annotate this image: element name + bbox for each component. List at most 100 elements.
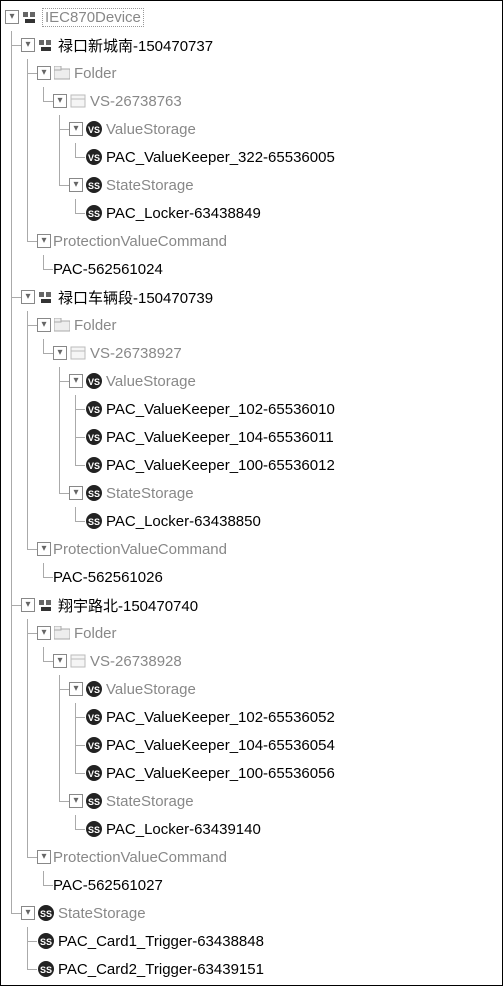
svg-text:VS: VS <box>88 125 100 135</box>
node-label[interactable]: PAC_ValueKeeper_102-65536010 <box>106 401 335 418</box>
toggle-collapse[interactable]: ▾ <box>37 850 51 864</box>
trigger-node[interactable]: SS PAC_Card1_Trigger-63438848 <box>5 927 498 955</box>
pvc-node[interactable]: ▾ProtectionValueCommand <box>5 535 498 563</box>
locker-node[interactable]: SSPAC_Locker-63439140 <box>5 815 498 843</box>
folder-node[interactable]: ▾ Folder <box>5 59 498 87</box>
node-label[interactable]: PAC-562561027 <box>53 877 163 894</box>
node-label[interactable]: 禄口新城南-150470737 <box>58 35 213 56</box>
toggle-collapse[interactable]: ▾ <box>5 10 19 24</box>
station-node[interactable]: ▾ 禄口车辆段-150470739 <box>5 283 498 311</box>
station-node[interactable]: ▾ 禄口新城南-150470737 <box>5 31 498 59</box>
toggle-collapse[interactable]: ▾ <box>69 794 83 808</box>
vs-node[interactable]: ▾ VS-26738763 <box>5 87 498 115</box>
state-storage-node[interactable]: ▾SSStateStorage <box>5 479 498 507</box>
folder-node[interactable]: ▾ Folder <box>5 619 498 647</box>
node-label[interactable]: 禄口车辆段-150470739 <box>58 287 213 308</box>
value-keeper-node[interactable]: VSPAC_ValueKeeper_322-65536005 <box>5 143 498 171</box>
vs-icon: VS <box>85 736 103 754</box>
svg-text:SS: SS <box>40 937 52 947</box>
value-storage-node[interactable]: ▾VSValueStorage <box>5 675 498 703</box>
node-label[interactable]: ValueStorage <box>106 373 196 390</box>
value-keeper-node[interactable]: VSPAC_ValueKeeper_102-65536010 <box>5 395 498 423</box>
toggle-collapse[interactable]: ▾ <box>69 374 83 388</box>
node-label[interactable]: StateStorage <box>106 793 194 810</box>
node-label[interactable]: PAC_ValueKeeper_102-65536052 <box>106 709 335 726</box>
node-label[interactable]: ValueStorage <box>106 681 196 698</box>
vs-node[interactable]: ▾ VS-26738927 <box>5 339 498 367</box>
value-keeper-node[interactable]: VSPAC_ValueKeeper_104-65536054 <box>5 731 498 759</box>
vs-icon: VS <box>85 708 103 726</box>
value-storage-node[interactable]: ▾ VS ValueStorage <box>5 115 498 143</box>
folder-icon <box>53 64 71 82</box>
node-label[interactable]: PAC_Locker-63438850 <box>106 513 261 530</box>
node-label[interactable]: Folder <box>74 625 117 642</box>
node-label[interactable]: PAC_Locker-63438849 <box>106 205 261 222</box>
toggle-collapse[interactable]: ▾ <box>21 906 35 920</box>
vs-node[interactable]: ▾ VS-26738928 <box>5 647 498 675</box>
node-label[interactable]: PAC_ValueKeeper_100-65536056 <box>106 765 335 782</box>
value-keeper-node[interactable]: VS PAC_ValueKeeper_100-65536012 <box>5 451 498 479</box>
pvc-node[interactable]: ▾ProtectionValueCommand <box>5 843 498 871</box>
value-keeper-node[interactable]: VS PAC_ValueKeeper_102-65536052 <box>5 703 498 731</box>
node-label[interactable]: StateStorage <box>58 905 146 922</box>
box-icon <box>69 652 87 670</box>
value-keeper-node[interactable]: VSPAC_ValueKeeper_104-65536011 <box>5 423 498 451</box>
svg-text:VS: VS <box>88 461 100 471</box>
folder-node[interactable]: ▾ Folder <box>5 311 498 339</box>
toggle-collapse[interactable]: ▾ <box>53 346 67 360</box>
root-state-storage[interactable]: ▾SSStateStorage <box>5 899 498 927</box>
value-storage-node[interactable]: ▾VSValueStorage <box>5 367 498 395</box>
toggle-collapse[interactable]: ▾ <box>21 38 35 52</box>
toggle-collapse[interactable]: ▾ <box>53 654 67 668</box>
locker-node[interactable]: SSPAC_Locker-63438849 <box>5 199 498 227</box>
node-label[interactable]: ProtectionValueCommand <box>53 541 227 558</box>
pac-node[interactable]: PAC-562561024 <box>5 255 498 283</box>
svg-text:VS: VS <box>88 713 100 723</box>
node-label[interactable]: StateStorage <box>106 485 194 502</box>
state-storage-node[interactable]: ▾SSStateStorage <box>5 171 498 199</box>
pac-node[interactable]: PAC-562561027 <box>5 871 498 899</box>
node-label[interactable]: ProtectionValueCommand <box>53 849 227 866</box>
node-label[interactable]: StateStorage <box>106 177 194 194</box>
node-label[interactable]: IEC870Device <box>42 8 144 27</box>
node-label[interactable]: Folder <box>74 317 117 334</box>
node-label[interactable]: PAC_ValueKeeper_104-65536054 <box>106 737 335 754</box>
node-label[interactable]: VS-26738927 <box>90 345 182 362</box>
state-storage-node[interactable]: ▾SSStateStorage <box>5 787 498 815</box>
vs-icon: VS <box>85 764 103 782</box>
toggle-collapse[interactable]: ▾ <box>37 234 51 248</box>
node-label[interactable]: VS-26738928 <box>90 653 182 670</box>
node-label[interactable]: VS-26738763 <box>90 93 182 110</box>
node-label[interactable]: PAC_Card1_Trigger-63438848 <box>58 933 264 950</box>
root-device[interactable]: ▾ IEC870Device <box>5 3 498 31</box>
pvc-node[interactable]: ▾ProtectionValueCommand <box>5 227 498 255</box>
toggle-collapse[interactable]: ▾ <box>21 598 35 612</box>
node-label[interactable]: ProtectionValueCommand <box>53 233 227 250</box>
node-label[interactable]: Folder <box>74 65 117 82</box>
node-label[interactable]: PAC_Locker-63439140 <box>106 821 261 838</box>
toggle-collapse[interactable]: ▾ <box>37 626 51 640</box>
node-label[interactable]: PAC_ValueKeeper_104-65536011 <box>106 429 334 446</box>
station-node[interactable]: ▾ 翔宇路北-150470740 <box>5 591 498 619</box>
node-label[interactable]: ValueStorage <box>106 121 196 138</box>
node-label[interactable]: PAC-562561024 <box>53 261 163 278</box>
toggle-collapse[interactable]: ▾ <box>37 542 51 556</box>
toggle-collapse[interactable]: ▾ <box>37 66 51 80</box>
node-label[interactable]: 翔宇路北-150470740 <box>58 595 198 616</box>
vs-icon: VS <box>85 680 103 698</box>
pac-node[interactable]: PAC-562561026 <box>5 563 498 591</box>
toggle-collapse[interactable]: ▾ <box>53 94 67 108</box>
trigger-node[interactable]: SSPAC_Card2_Trigger-63439151 <box>5 955 498 983</box>
node-label[interactable]: PAC_ValueKeeper_322-65536005 <box>106 149 335 166</box>
node-label[interactable]: PAC-562561026 <box>53 569 163 586</box>
toggle-collapse[interactable]: ▾ <box>69 682 83 696</box>
toggle-collapse[interactable]: ▾ <box>69 122 83 136</box>
toggle-collapse[interactable]: ▾ <box>69 178 83 192</box>
toggle-collapse[interactable]: ▾ <box>37 318 51 332</box>
node-label[interactable]: PAC_ValueKeeper_100-65536012 <box>106 457 335 474</box>
locker-node[interactable]: SSPAC_Locker-63438850 <box>5 507 498 535</box>
node-label[interactable]: PAC_Card2_Trigger-63439151 <box>58 961 264 978</box>
toggle-collapse[interactable]: ▾ <box>69 486 83 500</box>
toggle-collapse[interactable]: ▾ <box>21 290 35 304</box>
value-keeper-node[interactable]: VSPAC_ValueKeeper_100-65536056 <box>5 759 498 787</box>
